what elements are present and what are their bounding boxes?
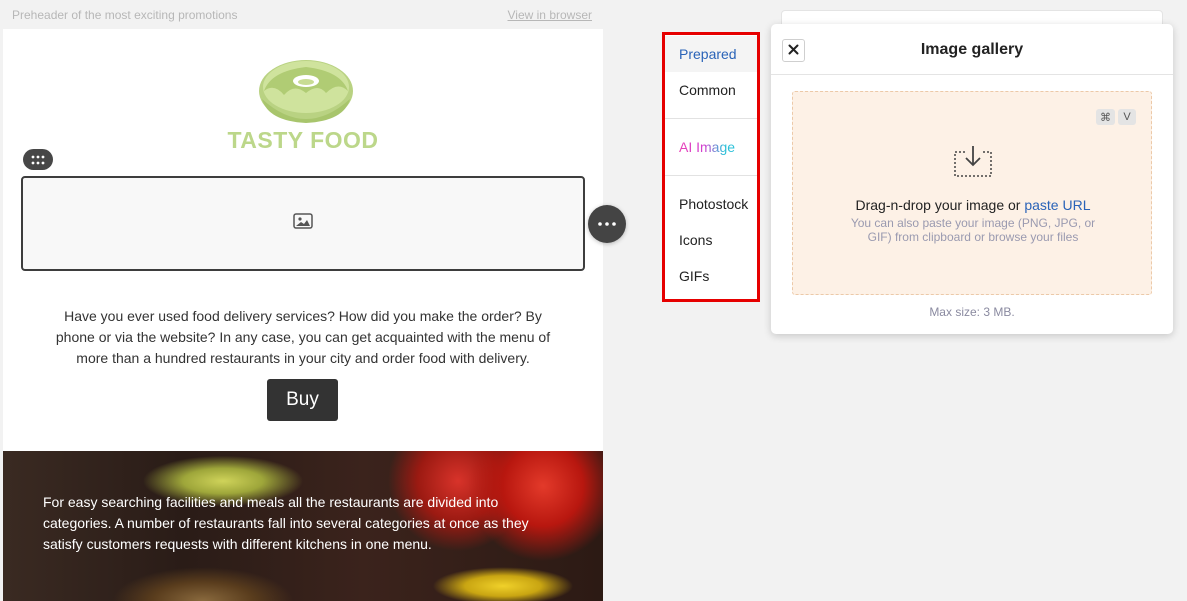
dropzone-hint: You can also paste your image (PNG, JPG,…	[850, 216, 1096, 244]
close-button[interactable]	[782, 39, 805, 62]
drop-text: Drag-n-drop your image or	[855, 197, 1021, 213]
kbd-v: V	[1118, 109, 1136, 125]
ai-image-label: AI Image	[679, 139, 736, 155]
logo-text: TASTY FOOD	[227, 127, 379, 153]
image-gallery-dialog: Image gallery ⌘ V Drag-n-drop your image…	[771, 24, 1173, 334]
menu-item-common[interactable]: Common	[665, 72, 757, 108]
image-placeholder-icon	[293, 213, 313, 234]
max-size-note: Max size: 3 MB.	[929, 305, 1015, 319]
email-canvas: TASTY FOOD Have you ever used food deliv…	[3, 29, 603, 601]
paste-shortcut-hint: ⌘ V	[1096, 109, 1136, 125]
menu-item-gifs[interactable]: GIFs	[665, 258, 757, 294]
more-options-icon[interactable]	[588, 205, 626, 243]
paste-url-link[interactable]: paste URL	[1024, 197, 1090, 213]
kbd-cmd: ⌘	[1096, 109, 1115, 125]
menu-item-photostock[interactable]: Photostock	[665, 186, 757, 222]
image-block-placeholder[interactable]	[21, 176, 585, 271]
gallery-title: Image gallery	[920, 41, 1024, 58]
intro-paragraph: Have you ever used food delivery service…	[55, 308, 551, 366]
banner-paragraph: For easy searching facilities and meals …	[43, 494, 529, 552]
preheader-text: Preheader of the most exciting promotion…	[12, 8, 238, 22]
menu-item-icons[interactable]: Icons	[665, 222, 757, 258]
close-icon	[788, 42, 799, 60]
drag-handle-icon[interactable]	[23, 149, 53, 170]
preheader-bar: Preheader of the most exciting promotion…	[0, 0, 603, 29]
image-source-menu: Prepared Common AI Image Photostock Icon…	[665, 35, 757, 299]
menu-item-prepared[interactable]: Prepared	[665, 36, 757, 72]
buy-button[interactable]: Buy	[267, 379, 338, 421]
download-icon	[953, 144, 993, 178]
menu-divider	[665, 118, 757, 119]
menu-divider	[665, 175, 757, 176]
menu-item-ai-image[interactable]: AI Image	[665, 129, 757, 165]
dropzone-instructions: Drag-n-drop your image or paste URL	[793, 197, 1153, 213]
view-in-browser-link[interactable]: View in browser	[508, 8, 592, 22]
image-dropzone[interactable]: ⌘ V Drag-n-drop your image or paste URL …	[792, 91, 1152, 295]
gallery-header: Image gallery	[771, 24, 1173, 75]
vegetables-banner: For easy searching facilities and meals …	[3, 451, 603, 601]
